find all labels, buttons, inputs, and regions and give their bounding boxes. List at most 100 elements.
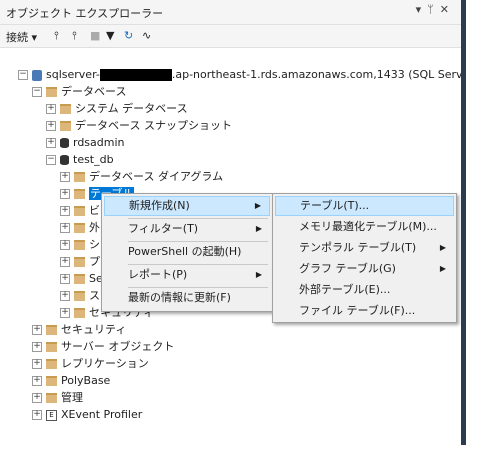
- folder-icon: [46, 393, 57, 403]
- folder-icon: [60, 104, 71, 114]
- database-icon: [60, 155, 69, 165]
- tree-node-xevent-profiler[interactable]: + E XEvent Profiler: [32, 406, 142, 423]
- tree-node-polybase[interactable]: + PolyBase: [32, 372, 110, 389]
- menu-item-label: グラフ テーブル(G): [299, 262, 396, 275]
- collapse-icon[interactable]: −: [18, 70, 28, 80]
- expand-icon[interactable]: +: [32, 376, 42, 386]
- tree-node-hidden-4[interactable]: + プ: [60, 253, 100, 270]
- tree-node-server-objects[interactable]: + サーバー オブジェクト: [32, 338, 174, 355]
- folder-icon: [46, 87, 57, 97]
- tree-node-rdsadmin[interactable]: + rdsadmin: [46, 134, 125, 151]
- menu-item-powershell[interactable]: PowerShell の起動(H): [104, 242, 270, 262]
- submenu-arrow-icon: ▶: [439, 264, 446, 273]
- expand-icon[interactable]: +: [32, 410, 42, 420]
- close-icon[interactable]: ✕: [440, 3, 455, 16]
- tree-node-db-snapshots[interactable]: + データベース スナップショット: [46, 117, 232, 134]
- menu-item-label: PowerShell の起動(H): [128, 245, 242, 258]
- expand-icon[interactable]: +: [60, 172, 70, 182]
- tree-label: ビ: [89, 204, 100, 217]
- tree-label: データベース: [61, 85, 127, 98]
- dropdown-icon[interactable]: ▾: [416, 3, 428, 16]
- collapse-icon[interactable]: −: [32, 87, 42, 97]
- expand-icon[interactable]: +: [32, 359, 42, 369]
- expand-icon[interactable]: +: [60, 189, 70, 199]
- menu-item-filter[interactable]: フィルター(T) ▶: [104, 219, 270, 239]
- tree-label: test_db: [73, 153, 114, 166]
- expand-icon[interactable]: +: [60, 206, 70, 216]
- tree-node-hidden-6[interactable]: + ス: [60, 287, 100, 304]
- redacted-block: [99, 69, 172, 81]
- expand-icon[interactable]: +: [60, 223, 70, 233]
- folder-icon: [46, 342, 57, 352]
- disconnect-icon[interactable]: ⫯: [72, 29, 77, 43]
- tree-node-hidden-3[interactable]: + シ: [60, 236, 100, 253]
- frame-edge: [466, 0, 482, 472]
- menu-item-reports[interactable]: レポート(P) ▶: [104, 265, 270, 285]
- expand-icon[interactable]: +: [46, 121, 56, 131]
- submenu-new: テーブル(T)... メモリ最適化テーブル(M)... テンポラル テーブル(T…: [272, 193, 457, 323]
- tree-label: プ: [89, 255, 100, 268]
- connect-button[interactable]: 接続 ▾: [6, 29, 37, 45]
- tree-node-replication[interactable]: + レプリケーション: [32, 355, 149, 372]
- menu-item-new[interactable]: 新規作成(N) ▶: [104, 196, 270, 216]
- tree-label: rdsadmin: [73, 136, 125, 149]
- submenu-item-graph-table[interactable]: グラフ テーブル(G) ▶: [275, 259, 454, 279]
- folder-icon: [74, 172, 85, 182]
- tree-node-server[interactable]: − sqlserver- .ap-northeast-1.rds.amazonaws…: [18, 66, 461, 83]
- panel-title: オブジェクト エクスプローラー: [6, 7, 164, 20]
- tree-node-hidden-5[interactable]: + Se: [60, 270, 103, 287]
- refresh-icon[interactable]: ↻: [124, 29, 133, 42]
- database-icon: [60, 138, 69, 148]
- tree-label: シ: [89, 238, 100, 251]
- menu-item-label: ファイル テーブル(F)...: [299, 304, 416, 317]
- folder-icon: [46, 376, 57, 386]
- tree-node-management[interactable]: + 管理: [32, 389, 83, 406]
- submenu-item-table[interactable]: テーブル(T)...: [275, 196, 454, 216]
- submenu-arrow-icon: ▶: [255, 270, 262, 279]
- tree-node-security[interactable]: + セキュリティ: [32, 321, 126, 338]
- expand-icon[interactable]: +: [32, 325, 42, 335]
- submenu-item-memory-optimized-table[interactable]: メモリ最適化テーブル(M)...: [275, 217, 454, 237]
- stop-icon[interactable]: ■: [90, 29, 100, 42]
- menu-item-label: 最新の情報に更新(F): [128, 291, 231, 304]
- expand-icon[interactable]: +: [32, 342, 42, 352]
- panel-controls[interactable]: ▾ᛘ✕: [416, 3, 455, 16]
- filter-icon[interactable]: ▼: [106, 29, 114, 42]
- collapse-icon[interactable]: −: [46, 155, 56, 165]
- tree-label: ス: [89, 289, 100, 302]
- menu-item-label: テーブル(T)...: [300, 199, 370, 212]
- server-name-suffix: .ap-northeast-1.rds.amazonaws.com,1433 (…: [171, 68, 461, 81]
- submenu-arrow-icon: ▶: [255, 224, 262, 233]
- activity-monitor-icon[interactable]: ∿: [142, 29, 151, 42]
- expand-icon[interactable]: +: [60, 257, 70, 267]
- submenu-item-external-table[interactable]: 外部テーブル(E)...: [275, 280, 454, 300]
- folder-icon: [74, 240, 85, 250]
- expand-icon[interactable]: +: [60, 308, 70, 318]
- expand-icon[interactable]: +: [60, 240, 70, 250]
- tree-label: レプリケーション: [61, 357, 149, 370]
- server-name-prefix: sqlserver-: [46, 68, 100, 81]
- folder-icon: [46, 325, 57, 335]
- tree-label: データベース スナップショット: [75, 119, 232, 132]
- expand-icon[interactable]: +: [60, 291, 70, 301]
- tree-node-test-db[interactable]: − test_db: [46, 151, 114, 168]
- connect-icon[interactable]: ⫯: [54, 29, 59, 43]
- expand-icon[interactable]: +: [60, 274, 70, 284]
- folder-icon: [74, 189, 85, 199]
- tree-label: PolyBase: [61, 374, 111, 387]
- menu-item-refresh[interactable]: 最新の情報に更新(F): [104, 288, 270, 308]
- tree-node-databases[interactable]: − データベース: [32, 83, 126, 100]
- expand-icon[interactable]: +: [32, 393, 42, 403]
- tree-node-hidden-1[interactable]: + ビ: [60, 202, 100, 219]
- server-icon: [32, 69, 42, 81]
- tree-node-db-diagrams[interactable]: + データベース ダイアグラム: [60, 168, 223, 185]
- submenu-item-file-table[interactable]: ファイル テーブル(F)...: [275, 301, 454, 321]
- expand-icon[interactable]: +: [46, 138, 56, 148]
- expand-icon[interactable]: +: [46, 104, 56, 114]
- menu-item-label: レポート(P): [128, 268, 188, 281]
- submenu-item-temporal-table[interactable]: テンポラル テーブル(T) ▶: [275, 238, 454, 258]
- folder-icon: [60, 121, 71, 131]
- tree-node-hidden-2[interactable]: + 外: [60, 219, 100, 236]
- pin-icon[interactable]: ᛘ: [427, 3, 440, 16]
- tree-node-system-databases[interactable]: + システム データベース: [46, 100, 188, 117]
